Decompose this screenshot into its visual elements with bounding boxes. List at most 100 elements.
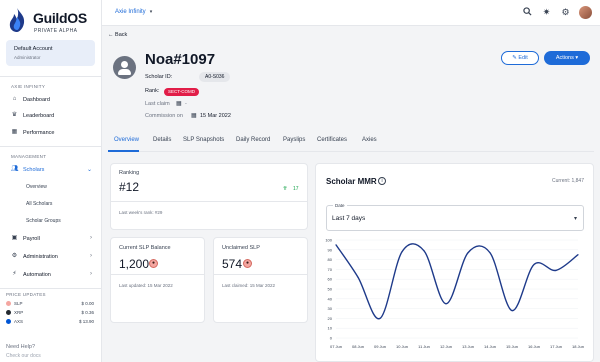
- sidebar-item-leaderboard[interactable]: ♛ Leaderboard: [11, 110, 96, 122]
- docs-link[interactable]: Check our docs: [6, 353, 41, 359]
- y-tick-label: 20: [328, 316, 333, 321]
- y-tick-label: 0: [330, 336, 333, 341]
- tab-slp-snapshots[interactable]: SLP Snapshots: [183, 137, 224, 143]
- sidebar-item-performance[interactable]: ▦ Performance: [11, 127, 96, 139]
- y-tick-label: 90: [328, 247, 333, 252]
- x-tick-label: 12 Jun: [440, 344, 452, 349]
- active-tab-indicator: [108, 150, 139, 152]
- top-bar: Axie Infinity ▾ ✷ ⚙: [102, 0, 600, 26]
- scholar-id-chip: A0-S036: [199, 72, 231, 82]
- account-name: Default Account: [14, 46, 53, 52]
- data-point: [423, 250, 425, 252]
- chevron-right-icon: ›: [90, 253, 92, 259]
- search-icon[interactable]: [522, 7, 533, 18]
- y-tick-label: 60: [328, 277, 333, 282]
- brand-tagline: PRIVATE ALPHA: [34, 28, 78, 34]
- series-line: [335, 243, 579, 320]
- info-icon[interactable]: i: [378, 177, 386, 185]
- x-tick-label: 14 Jun: [484, 344, 496, 349]
- ranking-label: Ranking: [119, 170, 140, 176]
- sidebar: GuildOS PRIVATE ALPHA Default Account Ad…: [0, 0, 102, 362]
- slp-coin-icon: [6, 301, 11, 306]
- x-tick-label: 15 Jun: [506, 344, 518, 349]
- mmr-line-chart: 100908070605040302010007 Jun 08 Jun 09 Jun…: [325, 238, 584, 350]
- unclaimed-slp-label: Unclaimed SLP: [222, 245, 260, 251]
- actions-button-label: Actions: [555, 55, 574, 61]
- mmr-chart-card: Scholar MMR i Current: 1,847 Date Last 7…: [315, 163, 594, 362]
- sidebar-item-label: Dashboard: [23, 97, 50, 103]
- x-tick-label: 17 Jun: [550, 344, 562, 349]
- settings-gear-icon[interactable]: ⚙: [560, 7, 571, 18]
- sidebar-item-administration[interactable]: ⚙ Administration ›: [11, 251, 96, 263]
- card-divider: [111, 201, 307, 202]
- price-value: $ 0.00: [81, 301, 94, 306]
- chart-title: Scholar MMR: [326, 177, 377, 186]
- rank-label: Rank:: [145, 88, 160, 94]
- tab-certificates[interactable]: Certificates: [317, 137, 347, 143]
- commission-date: 15 Mar 2022: [200, 113, 231, 119]
- data-point: [401, 251, 403, 253]
- x-tick-label: 13 Jun: [462, 344, 474, 349]
- theme-toggle-icon[interactable]: ✷: [541, 7, 552, 18]
- tab-overview[interactable]: Overview: [114, 137, 139, 143]
- game-selector[interactable]: Axie Infinity ▾: [115, 9, 152, 15]
- data-point: [335, 244, 337, 246]
- ranking-value: #12: [119, 180, 140, 194]
- x-tick-label: 16 Jun: [528, 344, 540, 349]
- card-divider: [111, 274, 204, 275]
- brand-name: GuildOS: [33, 10, 87, 26]
- price-symbol: AXS: [14, 319, 24, 324]
- y-tick-label: 100: [325, 238, 332, 243]
- sidebar-item-label: Scholars: [23, 167, 45, 173]
- tab-daily-record[interactable]: Daily Record: [236, 137, 270, 143]
- price-symbol: XRP: [14, 310, 24, 315]
- brand-logo[interactable]: GuildOS PRIVATE ALPHA: [7, 7, 99, 35]
- tab-details[interactable]: Details: [153, 137, 171, 143]
- y-tick-label: 80: [328, 257, 333, 262]
- x-tick-label: 10 Jun: [396, 344, 408, 349]
- date-range-select[interactable]: Date Last 7 days ▾: [326, 203, 584, 231]
- date-select-value: Last 7 days: [332, 215, 366, 222]
- home-icon: ⌂: [12, 96, 17, 102]
- help-heading: Need Help?: [6, 344, 36, 350]
- sidebar-subitem-overview[interactable]: Overview: [26, 184, 47, 190]
- rank-badge: SECT-COMD: [164, 88, 199, 96]
- commission-label: Commission on: [145, 113, 183, 119]
- data-point: [379, 317, 381, 319]
- sidebar-item-payroll[interactable]: ▣ Payroll ›: [11, 233, 96, 245]
- data-point: [555, 269, 557, 271]
- current-slp-footer: Last updated: 15 Mar 2022: [119, 283, 173, 288]
- price-row-axs: AXS $ 13.90: [6, 318, 96, 326]
- x-tick-label: 18 Jun: [572, 344, 584, 349]
- price-value: $ 13.90: [78, 319, 94, 324]
- price-symbol: SLP: [14, 301, 23, 306]
- sidebar-subitem-all-scholars[interactable]: All Scholars: [26, 201, 52, 207]
- game-selector-label: Axie Infinity: [115, 9, 146, 15]
- trophy-icon: ♛: [11, 112, 18, 118]
- calendar-icon: ▦: [176, 101, 182, 107]
- data-point: [445, 303, 447, 305]
- y-tick-label: 50: [328, 287, 333, 292]
- sidebar-item-label: Administration: [23, 254, 58, 260]
- edit-button[interactable]: ✎ Edit: [501, 51, 539, 65]
- current-slp-card: Current SLP Balance 1,200 ● Last updated…: [110, 237, 205, 323]
- x-tick-label: 09 Jun: [374, 344, 386, 349]
- back-link[interactable]: ← Back: [108, 32, 127, 38]
- tab-axies[interactable]: Axies: [362, 137, 377, 143]
- sidebar-item-scholars[interactable]: 👥︎ Scholars ⌄: [11, 164, 96, 176]
- account-switcher[interactable]: Default Account Administrator: [6, 40, 95, 66]
- tab-payslips[interactable]: Payslips: [283, 137, 305, 143]
- gear-icon: ⚙: [11, 253, 18, 259]
- sidebar-item-automation[interactable]: ⚡︎ Automation ›: [11, 269, 96, 281]
- data-point: [577, 254, 579, 256]
- edit-button-label: Edit: [518, 55, 528, 61]
- actions-button[interactable]: Actions ▾: [544, 51, 590, 65]
- unclaimed-slp-value: 574: [222, 257, 243, 271]
- price-row-slp: SLP $ 0.00: [6, 300, 96, 308]
- user-avatar[interactable]: [579, 6, 592, 19]
- slp-token-icon: ●: [149, 259, 158, 268]
- chevron-right-icon: ›: [90, 271, 92, 277]
- sidebar-subitem-scholar-groups[interactable]: Scholar Groups: [26, 218, 61, 224]
- sidebar-item-dashboard[interactable]: ⌂ Dashboard: [11, 94, 96, 106]
- wallet-icon: ▣: [11, 235, 18, 241]
